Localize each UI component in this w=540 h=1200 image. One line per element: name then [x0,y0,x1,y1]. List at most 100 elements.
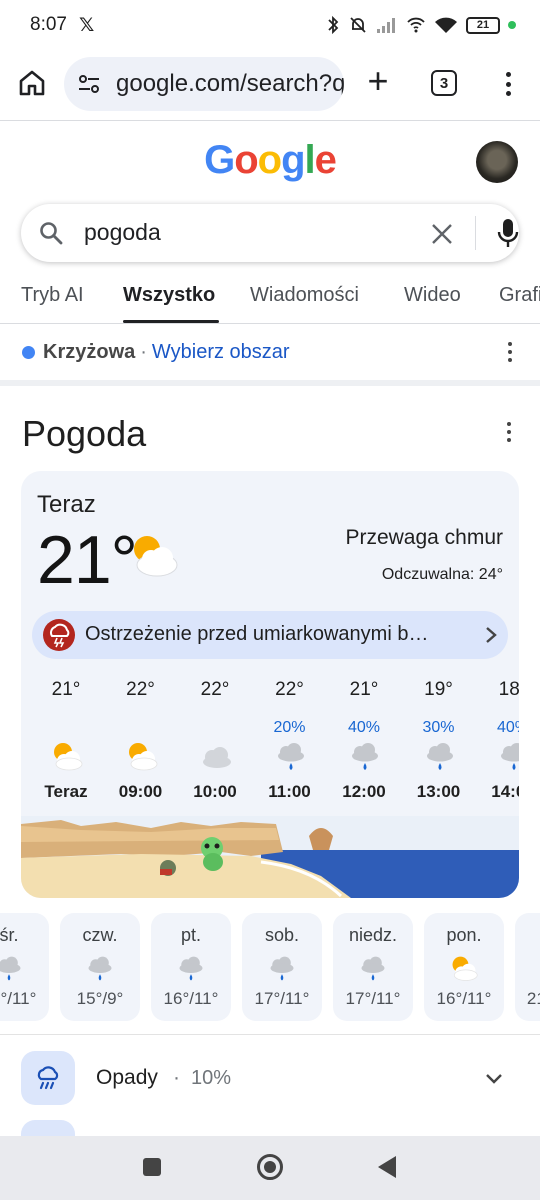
rain-icon [21,1051,75,1105]
day-name: sob. [264,925,300,945]
hourly-item: 21° Teraz [36,671,96,811]
avatar[interactable] [476,141,518,183]
mute-bell-icon [350,17,366,33]
section-divider [0,1034,540,1035]
rain-icon [179,956,203,981]
location-separator: · [140,341,147,363]
hour-temp: 21° [51,679,81,700]
hour-temp: 22° [126,679,155,700]
partly-cloudy-icon [452,956,478,981]
tab-news[interactable]: Wiadomości [250,284,359,307]
rain-icon [270,956,294,981]
hour-temp: 22° [275,679,304,700]
hour-temp: 21° [349,679,379,700]
location-dot-icon [22,346,35,359]
current-temperature: 21° [37,522,138,598]
search-divider [475,216,476,250]
rain-icon [501,743,519,770]
warning-text: Ostrzeżenie przed umiarkowanymi b… [85,623,429,645]
logo-letter: o [234,138,258,182]
weather-warning-chip[interactable]: Ostrzeżenie przed umiarkowanymi b… [32,611,508,659]
hourly-item: 19° 30% 13:00 [409,671,469,811]
day-icon-wrap [449,953,479,985]
now-label: Teraz [37,491,96,518]
hour-icon-wrap [348,739,382,775]
partly-cloudy-icon [128,743,157,771]
toolbar-divider [0,120,540,121]
tab-video[interactable]: Wideo [404,284,461,307]
daily-item[interactable]: pon. 16°/11° [424,913,504,1021]
partly-cloudy-icon [134,536,178,577]
new-tab-button[interactable]: + [364,63,392,99]
day-icon-wrap [176,953,206,985]
tab-switcher-button[interactable]: 3 [431,70,457,96]
weather-card: Teraz 21° Przewaga chmur Odczuwalna: 24°… [21,471,519,898]
search-icon [40,222,63,245]
filters-divider [0,323,540,324]
daily-item[interactable]: wt. 21°/12° [515,913,540,1021]
hour-icon-wrap [274,739,308,775]
hour-temp: 18° [498,679,519,700]
system-nav-bar [0,1136,540,1200]
day-name: pt. [180,925,201,945]
hour-time: 12:00 [342,782,386,801]
search-box[interactable]: pogoda [21,204,519,262]
browser-menu-button[interactable] [496,69,520,99]
status-bar: 8:07 𝕏 21 [0,0,540,50]
rain-icon [277,743,304,770]
location-more-icon[interactable] [507,342,513,362]
hour-icon-wrap [125,739,159,775]
day-name: śr. [0,925,19,945]
daily-item[interactable]: niedz. 17°/11° [333,913,413,1021]
rain-icon [88,956,112,981]
logo-letter: o [257,138,282,182]
back-button[interactable] [378,1156,396,1178]
beach-scene-illustration [21,816,519,898]
tab-ai-mode[interactable]: Tryb AI [21,284,84,307]
site-settings-icon[interactable] [76,71,102,97]
cloudy-icon [203,747,231,768]
day-icon-wrap [358,953,388,985]
hourly-forecast[interactable]: 21° Teraz 22° 09:00 22° 10:00 22° 20% 11:00 21° 40… [21,671,519,811]
day-name: pon. [446,925,482,945]
precip-value: 10% [191,1067,232,1089]
weather-more-icon[interactable] [506,422,512,442]
hourly-item: 18° 40% 14:00 [483,671,519,811]
daily-forecast[interactable]: śr. 17°/11° czw. 15°/9° pt. 16°/11° sob. 17°/11… [0,913,540,1021]
daily-item[interactable]: śr. 17°/11° [0,913,49,1021]
url-text: google.com/search?q [116,70,344,97]
daily-item[interactable]: czw. 15°/9° [60,913,140,1021]
google-logo[interactable]: Google [0,138,540,183]
choose-area-link[interactable]: Wybierz obszar [152,341,290,364]
home-button[interactable] [257,1154,283,1180]
hourly-item: 22° 09:00 [111,671,171,811]
logo-letter: G [204,138,235,182]
tab-all[interactable]: Wszystko [123,284,215,307]
logo-letter: g [281,138,305,182]
clear-icon[interactable] [430,222,454,246]
search-input[interactable]: pogoda [84,219,161,246]
hour-icon-wrap [423,739,457,775]
rain-icon [352,743,378,770]
status-icons: 21 [326,15,516,35]
tab-images[interactable]: Grafika [499,284,540,307]
x-logo-icon: 𝕏 [78,14,95,36]
hour-icon-wrap [497,739,519,775]
day-name: niedz. [348,925,398,945]
mic-icon[interactable] [495,218,521,248]
search-filters: Tryb AI Wszystko Wiadomości Wideo Grafik… [0,270,540,324]
logo-letter: e [314,138,337,182]
hour-time: 10:00 [193,782,237,801]
recents-button[interactable] [143,1158,161,1176]
daily-item[interactable]: sob. 17°/11° [242,913,322,1021]
charging-dot [508,21,516,29]
daily-item[interactable]: pt. 16°/11° [151,913,231,1021]
hour-time: 11:00 [268,782,311,801]
address-bar[interactable]: google.com/search?q [64,57,344,111]
chevron-down-icon[interactable] [484,1068,504,1088]
home-icon[interactable] [17,68,47,98]
day-temps: 17°/11° [0,989,37,1008]
day-temps: 15°/9° [76,989,124,1008]
hour-precip: 20% [273,719,306,736]
hour-precip: 40% [347,719,381,736]
